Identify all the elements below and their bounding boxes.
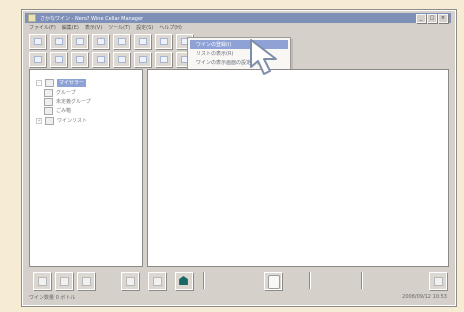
toolbar-row-1 [29,34,193,49]
folder-icon [44,89,53,97]
toolbar-button[interactable] [71,34,88,49]
toolbar-button[interactable] [29,34,46,49]
application-window: さかなワイン - Nero? Wine Cellar Manager _ □ ×… [22,10,456,306]
maximize-button[interactable]: □ [427,14,437,23]
tree-item-label: ワインリスト [57,118,88,124]
bottom-action-button[interactable] [55,272,73,290]
tree-item-label: マイセラー [57,79,87,87]
status-right-text: 2008/09/12 10:53 [402,294,447,300]
bottom-toolbar [29,272,449,291]
toolbar-button[interactable] [134,34,151,49]
document-icon [60,277,69,286]
hand-icon [268,275,280,289]
bottom-action-button[interactable] [77,272,95,290]
house-icon [179,276,188,285]
menu-bar: ファイル(F) 編集(E) 表示(V) ツール(T) 設定(S) ヘルプ(H) [25,23,451,32]
document-icon [126,277,135,286]
tree-item[interactable]: ごみ箱 [44,107,71,115]
toolbar-button[interactable] [29,52,46,67]
tree-item[interactable]: + ワインリスト [36,117,87,125]
close-button[interactable]: × [438,14,448,23]
tree-item-label: グループ [56,90,76,96]
window-title: さかなワイン - Nero? Wine Cellar Manager [40,15,144,22]
trash-icon [44,107,53,115]
screen: さかなワイン - Nero? Wine Cellar Manager _ □ ×… [0,0,464,312]
toolbar-separator [203,272,204,289]
folder-icon [45,79,54,87]
scroll-right-button[interactable] [429,272,447,290]
toolbar-button[interactable] [92,34,109,49]
title-bar: さかなワイン - Nero? Wine Cellar Manager _ □ × [25,13,451,23]
app-icon [28,14,36,22]
bottom-action-button[interactable] [121,272,139,290]
tree-expand-icon[interactable]: - [36,80,42,86]
tree-item-label: ごみ箱 [56,108,72,114]
house-button[interactable] [175,272,193,290]
menu-settings[interactable]: 設定(S) [136,24,153,31]
toolbar-button[interactable] [113,34,130,49]
tree-item-label: 未定義グループ [56,99,91,105]
tree-pane[interactable]: - マイセラー グループ 未定義グループ ごみ箱 + ワインリスト [29,69,143,267]
toolbar-button[interactable] [113,52,130,67]
toolbar-button[interactable] [155,34,172,49]
toolbar-button[interactable] [71,52,88,67]
bottom-action-button[interactable] [33,272,51,290]
toolbar-button[interactable] [92,52,109,67]
toolbar-button[interactable] [134,52,151,67]
menu-file[interactable]: ファイル(F) [29,24,56,31]
hand-button[interactable] [264,272,282,290]
toolbar-row-2 [29,52,193,67]
status-left-text: ワイン数量 0 ボトル [29,295,76,301]
document-icon [82,277,91,286]
toolbar-button[interactable] [50,52,67,67]
bottom-action-button[interactable] [148,272,166,290]
status-bar: ワイン数量 0 ボトル 2008/09/12 10:53 [25,293,451,302]
toolbar-button[interactable] [50,34,67,49]
tree-item[interactable]: グループ [44,89,76,97]
document-icon [38,277,47,286]
pointer-arrow-icon [250,39,277,75]
content-pane[interactable] [147,69,449,267]
chevron-right-icon [434,277,443,286]
tree-expand-icon[interactable]: + [36,118,42,124]
toolbar-separator [361,272,362,289]
menu-help[interactable]: ヘルプ(H) [159,24,182,31]
menu-tools[interactable]: ツール(T) [108,24,130,31]
toolbar-separator [309,272,310,289]
minimize-button[interactable]: _ [416,14,426,23]
menu-view[interactable]: 表示(V) [85,24,102,31]
folder-icon [44,98,53,106]
list-icon [45,117,54,125]
document-icon [153,277,162,286]
toolbar-button[interactable] [155,52,172,67]
window-controls: _ □ × [416,14,448,23]
tree-item[interactable]: 未定義グループ [44,98,91,106]
tree-item[interactable]: - マイセラー [36,79,87,87]
menu-edit[interactable]: 編集(E) [62,24,79,31]
